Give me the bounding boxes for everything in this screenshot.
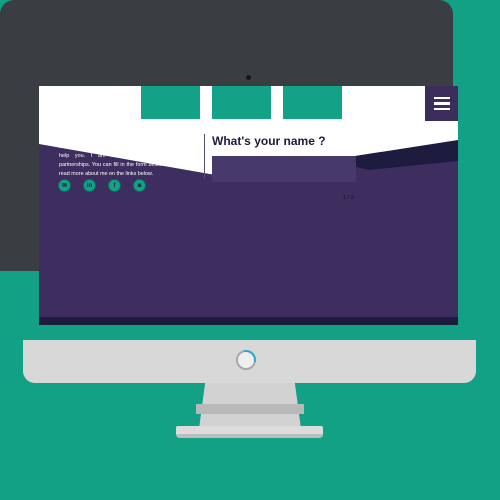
hamburger-menu-icon[interactable]: [425, 86, 458, 121]
name-question-label: What's your name ?: [212, 134, 326, 148]
section-divider: [204, 134, 205, 178]
purple-section-background: [39, 140, 458, 325]
nav-tab-1[interactable]: [141, 86, 200, 119]
name-input[interactable]: [212, 156, 356, 182]
footer-bar: [39, 317, 458, 325]
webcam: [246, 75, 251, 80]
monitor-stand-base-shadow: [176, 434, 323, 438]
social-links: ✉ in f ◙: [58, 179, 146, 192]
facebook-icon[interactable]: f: [108, 179, 121, 192]
email-icon[interactable]: ✉: [58, 179, 71, 192]
linkedin-icon[interactable]: in: [83, 179, 96, 192]
form-step-indicator: 1 / 3: [343, 195, 354, 201]
nav-tab-2[interactable]: [212, 86, 271, 119]
contact-description: Now that you know a little more about me…: [59, 135, 187, 177]
contact-heading: Contact: [53, 101, 114, 116]
monitor-stand-band: [196, 404, 304, 414]
nav-tab-3[interactable]: [283, 86, 342, 119]
power-button[interactable]: [236, 350, 256, 370]
instagram-icon[interactable]: ◙: [133, 179, 146, 192]
website-screen: [39, 86, 458, 325]
